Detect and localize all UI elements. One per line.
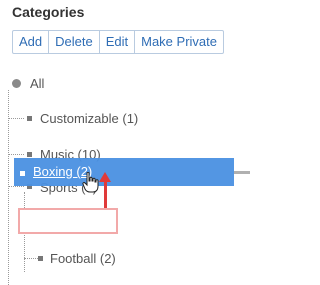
tree-line: [8, 154, 24, 155]
panel-title: Categories: [12, 4, 85, 20]
square-node-icon: [20, 171, 25, 176]
drag-line-indicator: [234, 171, 250, 174]
toolbar: Add Delete Edit Make Private: [12, 30, 224, 54]
hand-cursor-icon: [82, 172, 99, 193]
square-node-icon: [27, 116, 32, 121]
tree-item-football[interactable]: Football (2): [50, 251, 116, 266]
edit-button[interactable]: Edit: [98, 31, 134, 53]
tree-line: [8, 118, 24, 119]
add-button[interactable]: Add: [13, 31, 48, 53]
square-node-icon: [38, 256, 43, 261]
up-arrow-icon: [104, 180, 107, 208]
delete-button[interactable]: Delete: [48, 31, 99, 53]
make-private-button[interactable]: Make Private: [134, 31, 223, 53]
tree-line: [8, 90, 9, 285]
tree-line: [24, 258, 38, 259]
up-arrow-head-icon: [99, 172, 111, 182]
tree-root-label[interactable]: All: [30, 76, 44, 91]
drop-target-placeholder[interactable]: [18, 208, 118, 234]
circle-node-icon: [12, 79, 21, 88]
tree-line: [8, 186, 24, 187]
tree-item-customizable[interactable]: Customizable (1): [40, 111, 138, 126]
square-node-icon: [27, 152, 32, 157]
